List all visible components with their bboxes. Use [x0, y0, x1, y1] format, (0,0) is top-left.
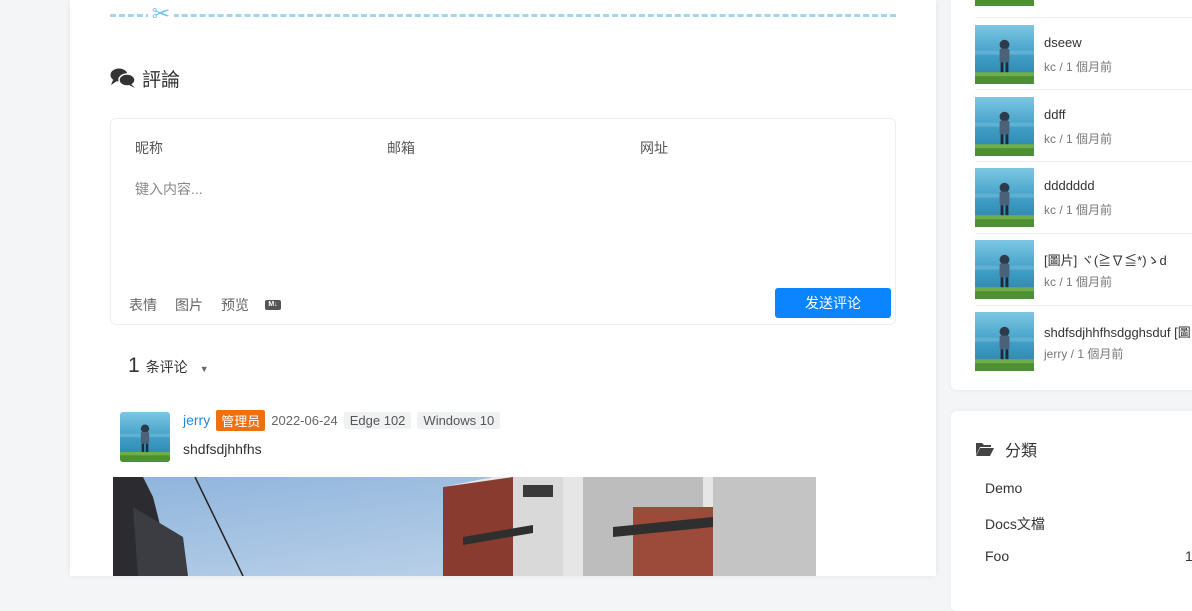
recent-comment-avatar — [975, 0, 1034, 6]
avatar[interactable] — [120, 412, 170, 462]
emoji-button[interactable]: 表情 — [129, 295, 157, 315]
recent-comment-title[interactable]: dseew — [1044, 35, 1082, 50]
recent-comment-meta: kc / 1 個月前 — [1044, 203, 1113, 217]
comment-body: shdfsdjhhfhs — [183, 441, 262, 457]
comment-count-number: 1 — [128, 354, 140, 377]
comment-header: jerry 管理员 2022-06-24 Edge 102 Windows 10 — [183, 409, 501, 431]
recent-comment-item[interactable] — [975, 0, 1192, 7]
recent-comment-meta: jerry / 1 個月前 — [1044, 347, 1124, 361]
category-item-foo[interactable]: Foo — [985, 548, 1009, 564]
recent-comments-card: dseew kc / 1 個月前 ddff kc / 1 個月前 ddddddd… — [951, 0, 1192, 390]
divider — [975, 233, 1192, 234]
comments-icon — [110, 68, 136, 88]
nickname-input[interactable] — [133, 137, 367, 159]
comment-count-label: 条评论 — [145, 359, 188, 375]
browser-tag: Edge 102 — [343, 411, 412, 429]
recent-comment-avatar — [975, 97, 1034, 156]
category-item-docs[interactable]: Docs文檔 — [985, 514, 1045, 534]
recent-comment-meta: kc / 1 個月前 — [1044, 60, 1113, 74]
recent-comment-meta: kc / 1 個月前 — [1044, 275, 1113, 289]
comments-title: 評論 — [142, 69, 181, 91]
comment-photo[interactable] — [113, 477, 816, 576]
comment-tools: 表情 图片 预览 M↓ — [129, 295, 281, 315]
divider — [975, 161, 1192, 162]
recent-comment-avatar — [975, 25, 1034, 84]
comment-form: 表情 图片 预览 M↓ 发送评论 — [110, 118, 896, 325]
recent-comment-avatar — [975, 312, 1034, 371]
divider — [975, 305, 1192, 306]
email-input[interactable] — [385, 137, 619, 159]
sort-caret-icon[interactable]: ▼ — [200, 364, 209, 374]
divider — [975, 89, 1192, 90]
comment-meta-row — [111, 137, 895, 159]
recent-comment-item[interactable]: shdfsdjhhfhsdgghsduf [圖 jerry / 1 個月前 — [975, 312, 1192, 372]
scissors-icon: ✂ — [148, 2, 174, 28]
recent-comment-item[interactable]: ddddddd kc / 1 個月前 — [975, 168, 1192, 228]
recent-comment-item[interactable]: [圖片] ヾ(≧∇≦*)ゝd kc / 1 個月前 — [975, 240, 1192, 300]
submit-comment-button[interactable]: 发送评论 — [775, 288, 891, 318]
image-button[interactable]: 图片 — [175, 295, 203, 315]
admin-badge: 管理员 — [216, 409, 266, 431]
recent-comment-title[interactable]: ddff — [1044, 107, 1065, 122]
preview-button[interactable]: 预览 — [221, 295, 249, 315]
categories-heading: 分類 — [975, 437, 1037, 461]
markdown-icon[interactable]: M↓ — [265, 300, 281, 310]
recent-comment-meta: kc / 1 個月前 — [1044, 132, 1113, 146]
folder-open-icon — [976, 443, 994, 456]
recent-comment-title[interactable]: shdfsdjhhfhsdgghsduf [圖 — [1044, 322, 1191, 341]
categories-title: 分類 — [1005, 443, 1038, 460]
comment-date: 2022-06-24 — [271, 412, 338, 428]
os-tag: Windows 10 — [417, 411, 501, 429]
recent-comment-item[interactable]: dseew kc / 1 個月前 — [975, 25, 1192, 85]
recent-comment-title[interactable]: ddddddd — [1044, 178, 1095, 193]
category-count: 1 — [1185, 548, 1192, 564]
comments-heading: 評論 — [110, 64, 180, 92]
url-input[interactable] — [638, 137, 872, 159]
recent-comment-avatar — [975, 168, 1034, 227]
divider — [975, 17, 1192, 18]
categories-card: 分類 Demo Docs文檔 Foo 1 — [951, 411, 1192, 611]
comment-count: 1 条评论 ▼ — [128, 354, 209, 378]
recent-comment-item[interactable]: ddff kc / 1 個月前 — [975, 97, 1192, 157]
comment-author-link[interactable]: jerry — [183, 412, 210, 428]
section-divider — [110, 14, 896, 17]
category-item-demo[interactable]: Demo — [985, 480, 1022, 496]
comment-content-textarea[interactable] — [133, 177, 877, 281]
recent-comment-avatar — [975, 240, 1034, 299]
recent-comment-title[interactable]: [圖片] ヾ(≧∇≦*)ゝd — [1044, 250, 1167, 269]
